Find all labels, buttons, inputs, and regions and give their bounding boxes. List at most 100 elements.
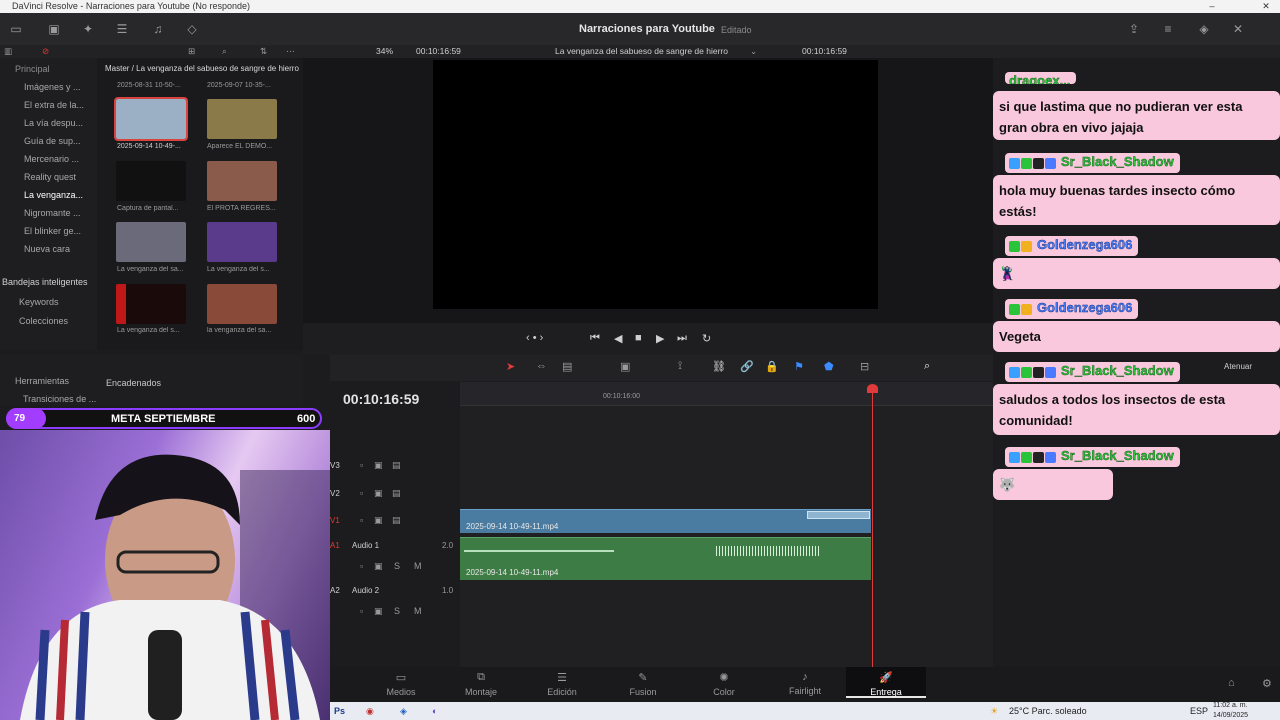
no-entry-icon[interactable]: ⊘ bbox=[42, 45, 49, 58]
zoom-icon[interactable]: ⌕ bbox=[924, 360, 930, 373]
trim-tool-icon[interactable]: ⇔ bbox=[536, 360, 547, 372]
track-visibility-icon[interactable]: ▤ bbox=[392, 515, 401, 526]
smart-bin-item[interactable]: Keywords bbox=[19, 297, 59, 307]
edit-index-icon[interactable]: ☰ bbox=[114, 21, 130, 37]
track-name[interactable]: Audio 1 bbox=[352, 541, 379, 550]
bin-item[interactable]: Guía de sup... bbox=[24, 136, 81, 146]
clip-thumbnail[interactable] bbox=[207, 222, 277, 262]
export-icon[interactable]: ⇪ bbox=[1126, 21, 1142, 37]
track-visibility-icon[interactable]: ▤ bbox=[392, 488, 401, 499]
bin-item[interactable]: Nigromante ... bbox=[24, 208, 81, 218]
linked-selection-icon[interactable]: 🔗 bbox=[740, 360, 754, 373]
link-icon[interactable]: ⛓ bbox=[712, 360, 726, 373]
page-fairlight[interactable]: ♪ Fairlight bbox=[770, 671, 840, 696]
tools-item[interactable]: Transiciones de ... bbox=[23, 394, 96, 404]
blade-tool-icon[interactable]: ▤ bbox=[562, 360, 572, 373]
bin-item[interactable]: Nueva cara bbox=[24, 244, 70, 254]
page-edit[interactable]: ☰ Edición bbox=[527, 671, 597, 697]
media-icon[interactable]: ▣ bbox=[46, 21, 62, 37]
smart-bins-header[interactable]: Bandejas inteligentes bbox=[2, 277, 88, 287]
play-icon[interactable]: ▶ bbox=[656, 332, 664, 345]
clip-thumbnail[interactable] bbox=[207, 161, 277, 201]
track-name[interactable]: Audio 2 bbox=[352, 586, 379, 595]
bin-item[interactable]: El extra de la... bbox=[24, 100, 84, 110]
jog-control-icon[interactable]: ‹ • › bbox=[526, 332, 543, 344]
timeline-name[interactable]: La venganza del sabueso de sangre de hie… bbox=[555, 45, 728, 58]
lock-icon[interactable]: ▫ bbox=[360, 561, 363, 571]
clip-thumbnail[interactable] bbox=[207, 99, 277, 139]
selection-tool-icon[interactable]: ➤ bbox=[506, 360, 515, 373]
mixer-icon[interactable]: ≡ bbox=[1160, 21, 1176, 37]
timeline-tracks[interactable]: 00:10:16:00 2025-09-14 10-49-11.mp4 2025… bbox=[460, 382, 993, 667]
flag-icon[interactable]: ⚑ bbox=[794, 360, 804, 373]
auto-select-icon[interactable]: ▣ bbox=[374, 460, 383, 471]
minimize-button[interactable]: – bbox=[1202, 0, 1222, 13]
lock-icon[interactable]: ▫ bbox=[360, 488, 363, 498]
stop-icon[interactable]: ■ bbox=[635, 332, 642, 344]
chevron-down-icon[interactable]: ⌄ bbox=[750, 45, 757, 58]
page-media[interactable]: ▭ Medios bbox=[366, 671, 436, 697]
go-to-end-icon[interactable]: ⏭ bbox=[677, 332, 687, 345]
marker-icon[interactable]: ⬟ bbox=[824, 360, 834, 373]
resolve-app-icon[interactable]: ◈ bbox=[400, 706, 407, 717]
auto-select-icon[interactable]: ▣ bbox=[374, 515, 383, 526]
bin-item[interactable]: Imágenes y ... bbox=[24, 82, 81, 92]
lock-icon[interactable]: ▫ bbox=[360, 460, 363, 470]
home-icon[interactable]: ⌂ bbox=[1228, 677, 1235, 689]
sound-library-icon[interactable]: ♫ bbox=[150, 21, 166, 37]
auto-select-icon[interactable]: ▣ bbox=[374, 606, 383, 617]
clip-thumbnail[interactable] bbox=[207, 284, 277, 324]
auto-select-icon[interactable]: ▣ bbox=[374, 488, 383, 499]
play-reverse-icon[interactable]: ◀ bbox=[614, 332, 622, 345]
photoshop-app-icon[interactable]: Ps bbox=[334, 706, 345, 716]
obs-app-icon[interactable]: ◐ bbox=[432, 706, 437, 716]
clip-thumbnail[interactable] bbox=[116, 161, 186, 201]
smart-bin-item[interactable]: Colecciones bbox=[19, 316, 68, 326]
page-cut[interactable]: ⧉ Montaje bbox=[446, 671, 516, 697]
bin-item[interactable]: Mercenario ... bbox=[24, 154, 79, 164]
lock-icon[interactable]: ▫ bbox=[360, 515, 363, 525]
attenuate-label[interactable]: Atenuar bbox=[1224, 362, 1252, 371]
tools-icon[interactable]: ✕ bbox=[1230, 21, 1246, 37]
more-options-icon[interactable]: ⋯ bbox=[286, 45, 295, 58]
weather-text[interactable]: 25°C Parc. soleado bbox=[1009, 706, 1087, 716]
page-deliver[interactable]: 🚀 Entrega bbox=[846, 667, 926, 698]
bin-item[interactable]: La vía despu... bbox=[24, 118, 83, 128]
clip-thumbnail-selected[interactable] bbox=[114, 97, 188, 141]
insert-icon[interactable]: ▣ bbox=[620, 360, 630, 373]
chained-header[interactable]: Encadenados bbox=[106, 378, 161, 388]
lock-icon[interactable]: ▫ bbox=[360, 606, 363, 616]
grid-view-icon[interactable]: ⊞ bbox=[188, 45, 195, 58]
track-visibility-icon[interactable]: ▤ bbox=[392, 460, 401, 471]
video-clip[interactable]: 2025-09-14 10-49-11.mp4 bbox=[460, 509, 871, 533]
auto-select-icon[interactable]: ▣ bbox=[374, 561, 383, 572]
settings-icon[interactable]: ⚙ bbox=[1262, 677, 1272, 690]
effects-icon[interactable]: ✦ bbox=[80, 21, 96, 37]
sort-icon[interactable]: ⇅ bbox=[260, 45, 267, 58]
inspector-icon[interactable]: ◇ bbox=[184, 21, 200, 37]
search-icon[interactable]: ⌕ bbox=[222, 45, 227, 58]
bin-item-selected[interactable]: La venganza... bbox=[24, 190, 83, 200]
audio-clip[interactable]: 2025-09-14 10-49-11.mp4 bbox=[460, 537, 871, 580]
bin-header-principal[interactable]: Principal bbox=[15, 64, 50, 74]
metadata-icon[interactable]: ◈ bbox=[1196, 21, 1212, 37]
page-fusion[interactable]: ✎ Fusion bbox=[608, 671, 678, 697]
solo-button[interactable]: S bbox=[394, 606, 400, 616]
loop-icon[interactable]: ↻ bbox=[702, 332, 711, 345]
clock-date[interactable]: 14/09/2025 bbox=[1213, 712, 1248, 719]
media-pool-toggle-icon[interactable]: ▭ bbox=[8, 21, 24, 37]
playhead[interactable] bbox=[872, 386, 873, 667]
solo-button[interactable]: S bbox=[394, 561, 400, 571]
clip-thumbnail[interactable] bbox=[116, 222, 186, 262]
viewer-canvas[interactable] bbox=[433, 60, 878, 309]
bin-item[interactable]: Reality quest bbox=[24, 172, 76, 182]
page-color[interactable]: ✺ Color bbox=[689, 671, 759, 697]
timeline-ruler[interactable]: 00:10:16:00 bbox=[460, 382, 993, 406]
mute-button[interactable]: M bbox=[414, 561, 422, 571]
language-indicator[interactable]: ESP bbox=[1190, 706, 1208, 716]
close-button[interactable]: ✕ bbox=[1256, 0, 1276, 13]
mute-button[interactable]: M bbox=[414, 606, 422, 616]
lock-icon[interactable]: 🔒 bbox=[765, 360, 779, 373]
viewer-zoom[interactable]: 34% bbox=[376, 45, 393, 58]
tools-header[interactable]: Herramientas bbox=[15, 376, 69, 386]
